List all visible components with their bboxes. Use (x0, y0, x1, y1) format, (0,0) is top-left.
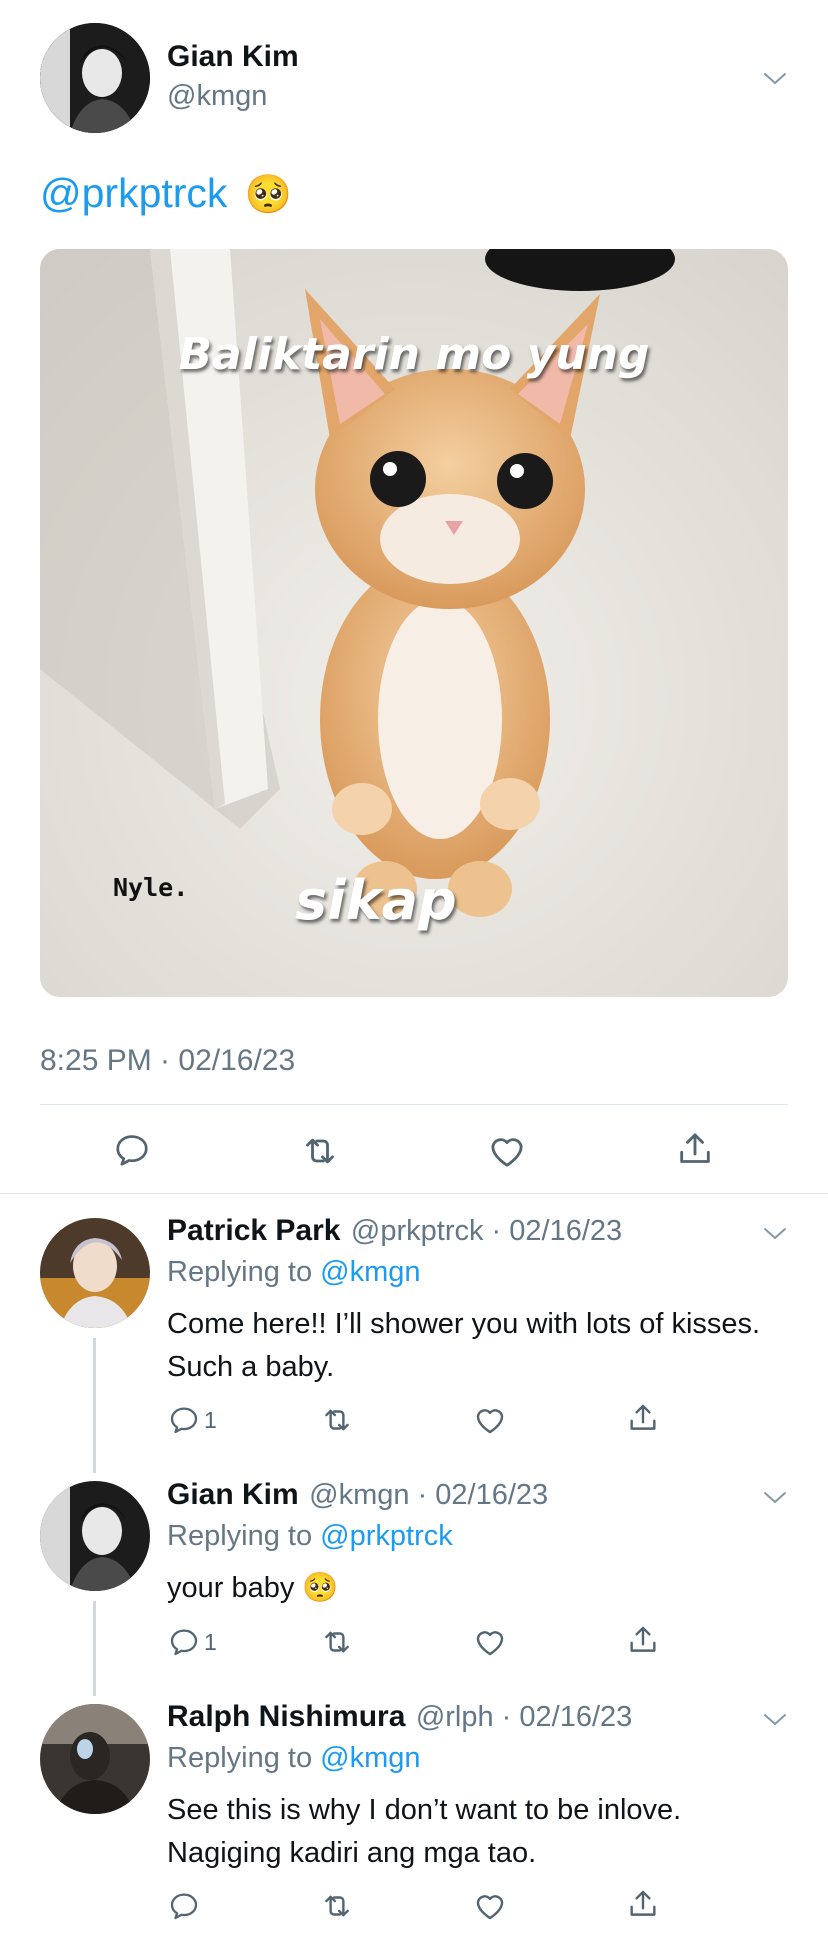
author-avatar[interactable] (40, 23, 150, 133)
reply-icon (168, 1626, 200, 1658)
retweet-button[interactable] (320, 1403, 354, 1437)
chevron-down-icon[interactable] (762, 1488, 788, 1506)
retweet-icon (300, 1131, 340, 1171)
share-icon (626, 1401, 660, 1435)
retweet-button[interactable] (300, 1131, 340, 1171)
heart-icon (473, 1625, 507, 1659)
section-divider (0, 1193, 828, 1194)
share-icon (626, 1623, 660, 1657)
replying-to: Replying to @kmgn (167, 1256, 421, 1289)
reply-header: Gian Kim @kmgn · 02/16/23 (167, 1478, 548, 1512)
reply-avatar[interactable] (40, 1218, 150, 1328)
reply-icon (113, 1131, 151, 1169)
reply-count: 1 (204, 1406, 217, 1433)
share-button[interactable] (626, 1623, 660, 1657)
reply-text: your baby 🥺 (167, 1572, 339, 1604)
replying-label: Replying to (167, 1256, 313, 1288)
tweet-media-image[interactable]: Baliktarin mo yung sikap Nyle. (40, 249, 788, 997)
like-button[interactable] (473, 1403, 507, 1437)
reply-button[interactable]: 1 (168, 1626, 217, 1658)
reply-handle-date[interactable]: @prkptrck · 02/16/23 (351, 1215, 622, 1247)
avatar-photo (40, 1481, 150, 1591)
retweet-icon (320, 1625, 354, 1659)
avatar-photo (40, 1218, 150, 1328)
avatar-photo (40, 23, 150, 133)
thread-line (93, 1338, 96, 1473)
chevron-down-icon[interactable] (762, 1710, 788, 1728)
reply-icon (168, 1890, 200, 1922)
reply-button[interactable] (168, 1890, 200, 1922)
reply-text: See this is why I don’t want to be inlov… (167, 1794, 682, 1869)
reply-icon (168, 1404, 200, 1436)
meme-bottom-caption: sikap (295, 869, 457, 932)
retweet-icon (320, 1889, 354, 1923)
replying-label: Replying to (167, 1520, 313, 1552)
replying-handle[interactable]: @kmgn (320, 1256, 420, 1288)
replying-handle[interactable]: @kmgn (320, 1742, 420, 1774)
like-button[interactable] (487, 1131, 527, 1171)
reply-count: 1 (204, 1628, 217, 1655)
tweet-text: @prkptrck 🥺 (40, 170, 292, 217)
chevron-down-icon[interactable] (762, 69, 788, 87)
reply-header: Patrick Park @prkptrck · 02/16/23 (167, 1214, 622, 1248)
like-button[interactable] (473, 1889, 507, 1923)
retweet-icon (320, 1403, 354, 1437)
author-handle[interactable]: @kmgn (167, 80, 267, 113)
reply-author-name[interactable]: Gian Kim (167, 1478, 299, 1511)
meme-top-caption: Baliktarin mo yung (178, 329, 650, 380)
reply-author-name[interactable]: Patrick Park (167, 1214, 340, 1247)
like-button[interactable] (473, 1625, 507, 1659)
reply-avatar[interactable] (40, 1481, 150, 1591)
reply-author-name[interactable]: Ralph Nishimura (167, 1700, 405, 1733)
retweet-button[interactable] (320, 1625, 354, 1659)
avatar-photo (40, 1704, 150, 1814)
reply-text: Come here!! I’ll shower you with lots of… (167, 1308, 761, 1383)
share-icon (675, 1129, 715, 1169)
share-button[interactable] (675, 1129, 715, 1169)
thread-line (93, 1601, 96, 1696)
author-name[interactable]: Gian Kim (167, 40, 299, 74)
tweet-timestamp[interactable]: 8:25 PM · 02/16/23 (40, 1044, 295, 1078)
share-button[interactable] (626, 1887, 660, 1921)
share-icon (626, 1887, 660, 1921)
reply-avatar[interactable] (40, 1704, 150, 1814)
reply-handle-date[interactable]: @kmgn · 02/16/23 (309, 1479, 548, 1511)
reply-button[interactable]: 1 (168, 1404, 217, 1436)
heart-icon (487, 1131, 527, 1171)
pleading-emoji: 🥺 (244, 174, 293, 216)
reply-header: Ralph Nishimura @rlph · 02/16/23 (167, 1700, 632, 1734)
replying-to: Replying to @prkptrck (167, 1520, 453, 1553)
reply-button[interactable] (113, 1131, 151, 1169)
mention-link[interactable]: @prkptrck (40, 170, 227, 216)
replying-label: Replying to (167, 1742, 313, 1774)
heart-icon (473, 1889, 507, 1923)
meme-watermark: Nyle. (113, 873, 189, 902)
share-button[interactable] (626, 1401, 660, 1435)
replying-to: Replying to @kmgn (167, 1742, 421, 1775)
chevron-down-icon[interactable] (762, 1224, 788, 1242)
heart-icon (473, 1403, 507, 1437)
retweet-button[interactable] (320, 1889, 354, 1923)
divider (40, 1104, 788, 1105)
replying-handle[interactable]: @prkptrck (320, 1520, 453, 1552)
reply-handle-date[interactable]: @rlph · 02/16/23 (416, 1701, 632, 1733)
